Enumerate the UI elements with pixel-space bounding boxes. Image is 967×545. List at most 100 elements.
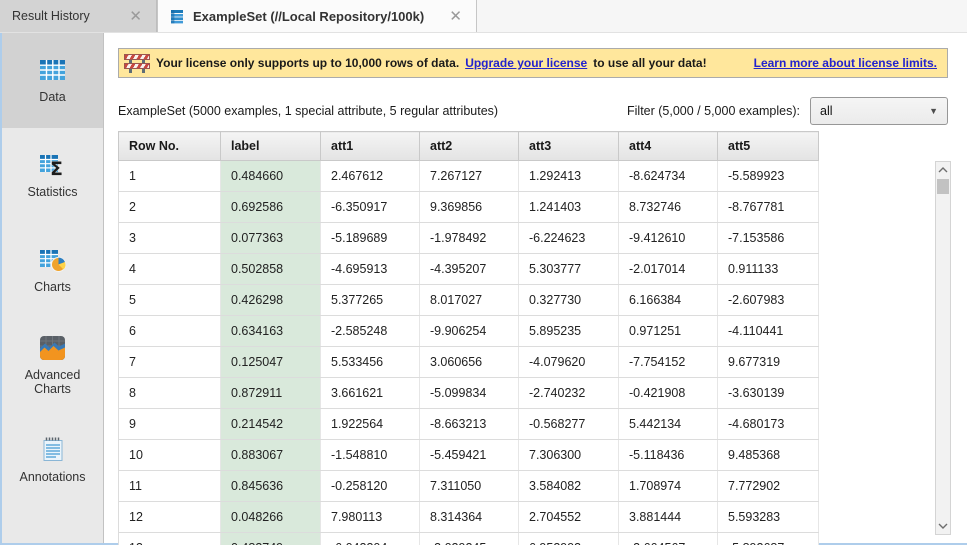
table-row[interactable]: 30.077363-5.189689-1.978492-6.224623-9.4… [119,223,819,254]
column-header-att5[interactable]: att5 [718,132,819,161]
filter-label: Filter (5,000 / 5,000 examples): [627,104,800,118]
row-number-cell: 6 [119,316,221,347]
data-cell: -3.630139 [718,378,819,409]
upgrade-license-link[interactable]: Upgrade your license [465,56,587,70]
data-cell: 3.060656 [420,347,519,378]
table-row[interactable]: 120.0482667.9801138.3143642.7045523.8814… [119,502,819,533]
data-cell: 1.708974 [619,471,718,502]
scrollbar-thumb[interactable] [937,179,949,194]
data-cell: 5.303777 [519,254,619,285]
row-number-cell: 2 [119,192,221,223]
row-number-cell: 10 [119,440,221,471]
data-cell: 8.732746 [619,192,718,223]
sidebar-item-annotations[interactable]: Annotations [2,413,103,508]
data-cell: -2.740232 [519,378,619,409]
data-cell: 7.267127 [420,161,519,192]
sidebar-item-label: Data [17,90,89,104]
row-number-cell: 4 [119,254,221,285]
annotations-notepad-icon [40,436,66,463]
data-cell: 8.017027 [420,285,519,316]
scroll-up-button[interactable] [936,162,950,178]
exampleset-summary: ExampleSet (5000 examples, 1 special att… [118,104,498,118]
data-cell: -0.568277 [519,409,619,440]
data-cell: -4.395207 [420,254,519,285]
column-header-label[interactable]: label [221,132,321,161]
license-warning-text: Your license only supports up to 10,000 … [156,56,459,70]
table-row[interactable]: 90.2145421.922564-8.663213-0.5682775.442… [119,409,819,440]
tab-result-history[interactable]: Result History ✕ [0,0,157,32]
data-cell: 0.883067 [221,440,321,471]
table-row[interactable]: 100.883067-1.548810-5.4594217.306300-5.1… [119,440,819,471]
column-header-att1[interactable]: att1 [321,132,420,161]
sidebar-item-data[interactable]: Data [2,33,103,128]
learn-more-link[interactable]: Learn more about license limits. [754,56,937,70]
row-number-cell: 12 [119,502,221,533]
sidebar-item-charts[interactable]: Charts [2,223,103,318]
data-cell: 0.214542 [221,409,321,440]
data-cell: 1.241403 [519,192,619,223]
data-cell: 6.952993 [519,533,619,545]
table-row[interactable]: 40.502858-4.695913-4.3952075.303777-2.01… [119,254,819,285]
data-cell: 1.292413 [519,161,619,192]
roadblock-icon [124,52,150,74]
data-cell: 5.895235 [519,316,619,347]
data-cell: 0.483749 [221,533,321,545]
license-warning-text-2: to use all your data! [593,56,706,70]
table-row[interactable]: 10.4846602.4676127.2671271.292413-8.6247… [119,161,819,192]
scroll-down-button[interactable] [936,518,950,534]
column-header-att4[interactable]: att4 [619,132,718,161]
filter-area: Filter (5,000 / 5,000 examples): all ▼ [627,97,948,125]
statistics-sigma-icon: Σ [39,152,67,178]
tab-exampleset[interactable]: ExampleSet (//Local Repository/100k) ✕ [157,0,477,32]
exampleset-icon [170,9,184,24]
row-number-cell: 3 [119,223,221,254]
column-header-att3[interactable]: att3 [519,132,619,161]
data-cell: -6.042304 [321,533,420,545]
data-cell: -8.624734 [619,161,718,192]
filter-dropdown[interactable]: all ▼ [810,97,948,125]
data-cell: -0.258120 [321,471,420,502]
data-cell: 0.692586 [221,192,321,223]
table-row[interactable]: 60.634163-2.585248-9.9062545.8952350.971… [119,316,819,347]
sidebar-item-label: Annotations [17,470,89,484]
advanced-charts-icon [39,335,66,361]
data-cell: -2.017014 [619,254,718,285]
data-cell: 5.442134 [619,409,718,440]
data-cell: -5.189689 [321,223,420,254]
view-sidebar: Data Σ Statistics [2,33,104,543]
data-cell: -8.663213 [420,409,519,440]
column-header-row-no[interactable]: Row No. [119,132,221,161]
table-row[interactable]: 50.4262985.3772658.0170270.3277306.16638… [119,285,819,316]
row-number-cell: 8 [119,378,221,409]
vertical-scrollbar[interactable] [935,161,951,535]
row-number-cell: 7 [119,347,221,378]
sidebar-item-label: Charts [17,280,89,294]
data-cell: 0.845636 [221,471,321,502]
results-window: Result History ✕ ExampleSet (//Local Rep… [0,0,967,545]
close-icon[interactable]: ✕ [447,9,464,24]
sidebar-item-advanced-charts[interactable]: Advanced Charts [2,318,103,413]
data-cell: 9.677319 [718,347,819,378]
table-row[interactable]: 80.8729113.661621-5.099834-2.740232-0.42… [119,378,819,409]
data-cell: 5.377265 [321,285,420,316]
data-cell: 2.704552 [519,502,619,533]
data-cell: 7.980113 [321,502,420,533]
row-number-cell: 1 [119,161,221,192]
table-row[interactable]: 130.483749-6.042304-3.0292456.952993-2.6… [119,533,819,545]
data-cell: 0.971251 [619,316,718,347]
data-cell: -9.906254 [420,316,519,347]
sidebar-item-statistics[interactable]: Σ Statistics [2,128,103,223]
table-row[interactable]: 110.845636-0.2581207.3110503.5840821.708… [119,471,819,502]
data-cell: -7.153586 [718,223,819,254]
data-cell: 3.661621 [321,378,420,409]
column-header-att2[interactable]: att2 [420,132,519,161]
data-cell: -6.224623 [519,223,619,254]
data-cell: 0.911133 [718,254,819,285]
data-view: Your license only supports up to 10,000 … [104,33,967,543]
tab-label: Result History [12,9,90,23]
table-row[interactable]: 20.692586-6.3509179.3698561.2414038.7327… [119,192,819,223]
row-number-cell: 11 [119,471,221,502]
data-cell: 2.467612 [321,161,420,192]
table-row[interactable]: 70.1250475.5334563.060656-4.079620-7.754… [119,347,819,378]
close-icon[interactable]: ✕ [127,9,144,24]
